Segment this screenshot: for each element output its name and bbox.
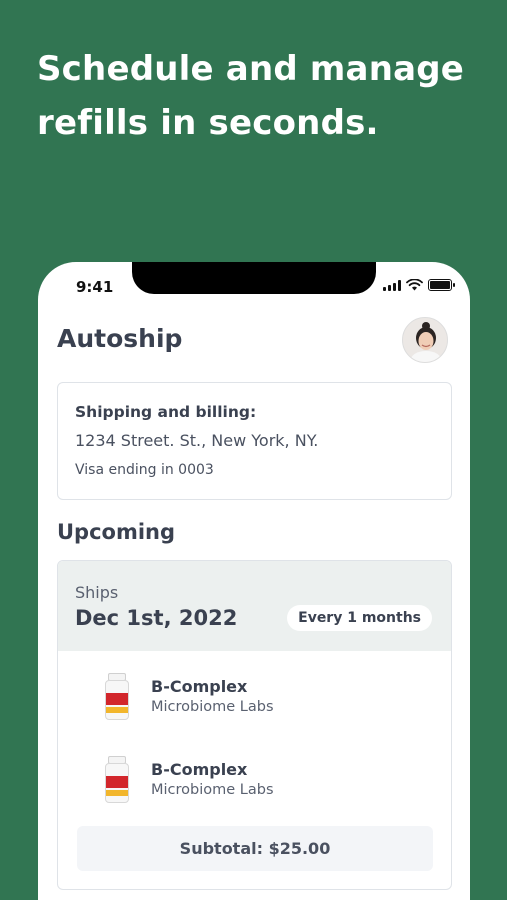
status-time: 9:41: [76, 278, 114, 296]
wifi-icon: [406, 279, 423, 291]
product-brand: Microbiome Labs: [151, 699, 274, 715]
shipping-billing-card[interactable]: Shipping and billing: 1234 Street. St., …: [57, 382, 452, 500]
supplement-bottle-icon: [104, 756, 130, 804]
ship-date: Dec 1st, 2022: [75, 606, 238, 630]
marketing-headline: Schedule and manage refills in seconds.: [37, 49, 465, 143]
subtotal-bar: Subtotal: $25.00: [77, 826, 433, 871]
product-name: B-Complex: [151, 760, 248, 779]
status-icons: [383, 279, 455, 291]
signal-icon: [383, 279, 401, 291]
phone-notch: [132, 262, 376, 294]
product-brand: Microbiome Labs: [151, 782, 274, 798]
frequency-badge[interactable]: Every 1 months: [287, 605, 432, 631]
shipping-address: 1234 Street. St., New York, NY.: [75, 431, 319, 450]
page-title: Autoship: [57, 324, 183, 353]
list-item[interactable]: B-Complex Microbiome Labs: [98, 756, 418, 810]
supplement-bottle-icon: [104, 673, 130, 721]
shipping-billing-title: Shipping and billing:: [75, 403, 257, 421]
phone-screen: 9:41 Autoship Shipping and billing: 1234…: [38, 262, 470, 900]
list-item[interactable]: B-Complex Microbiome Labs: [98, 673, 418, 727]
shipment-header: Ships Dec 1st, 2022 Every 1 months: [58, 561, 451, 651]
user-photo-icon: [403, 318, 447, 362]
battery-icon: [428, 279, 455, 291]
product-name: B-Complex: [151, 677, 248, 696]
avatar[interactable]: [402, 317, 448, 363]
payment-method: Visa ending in 0003: [75, 462, 214, 478]
ships-label: Ships: [75, 583, 119, 602]
upcoming-heading: Upcoming: [57, 520, 176, 544]
upcoming-shipment-card[interactable]: Ships Dec 1st, 2022 Every 1 months B-Com…: [57, 560, 452, 890]
